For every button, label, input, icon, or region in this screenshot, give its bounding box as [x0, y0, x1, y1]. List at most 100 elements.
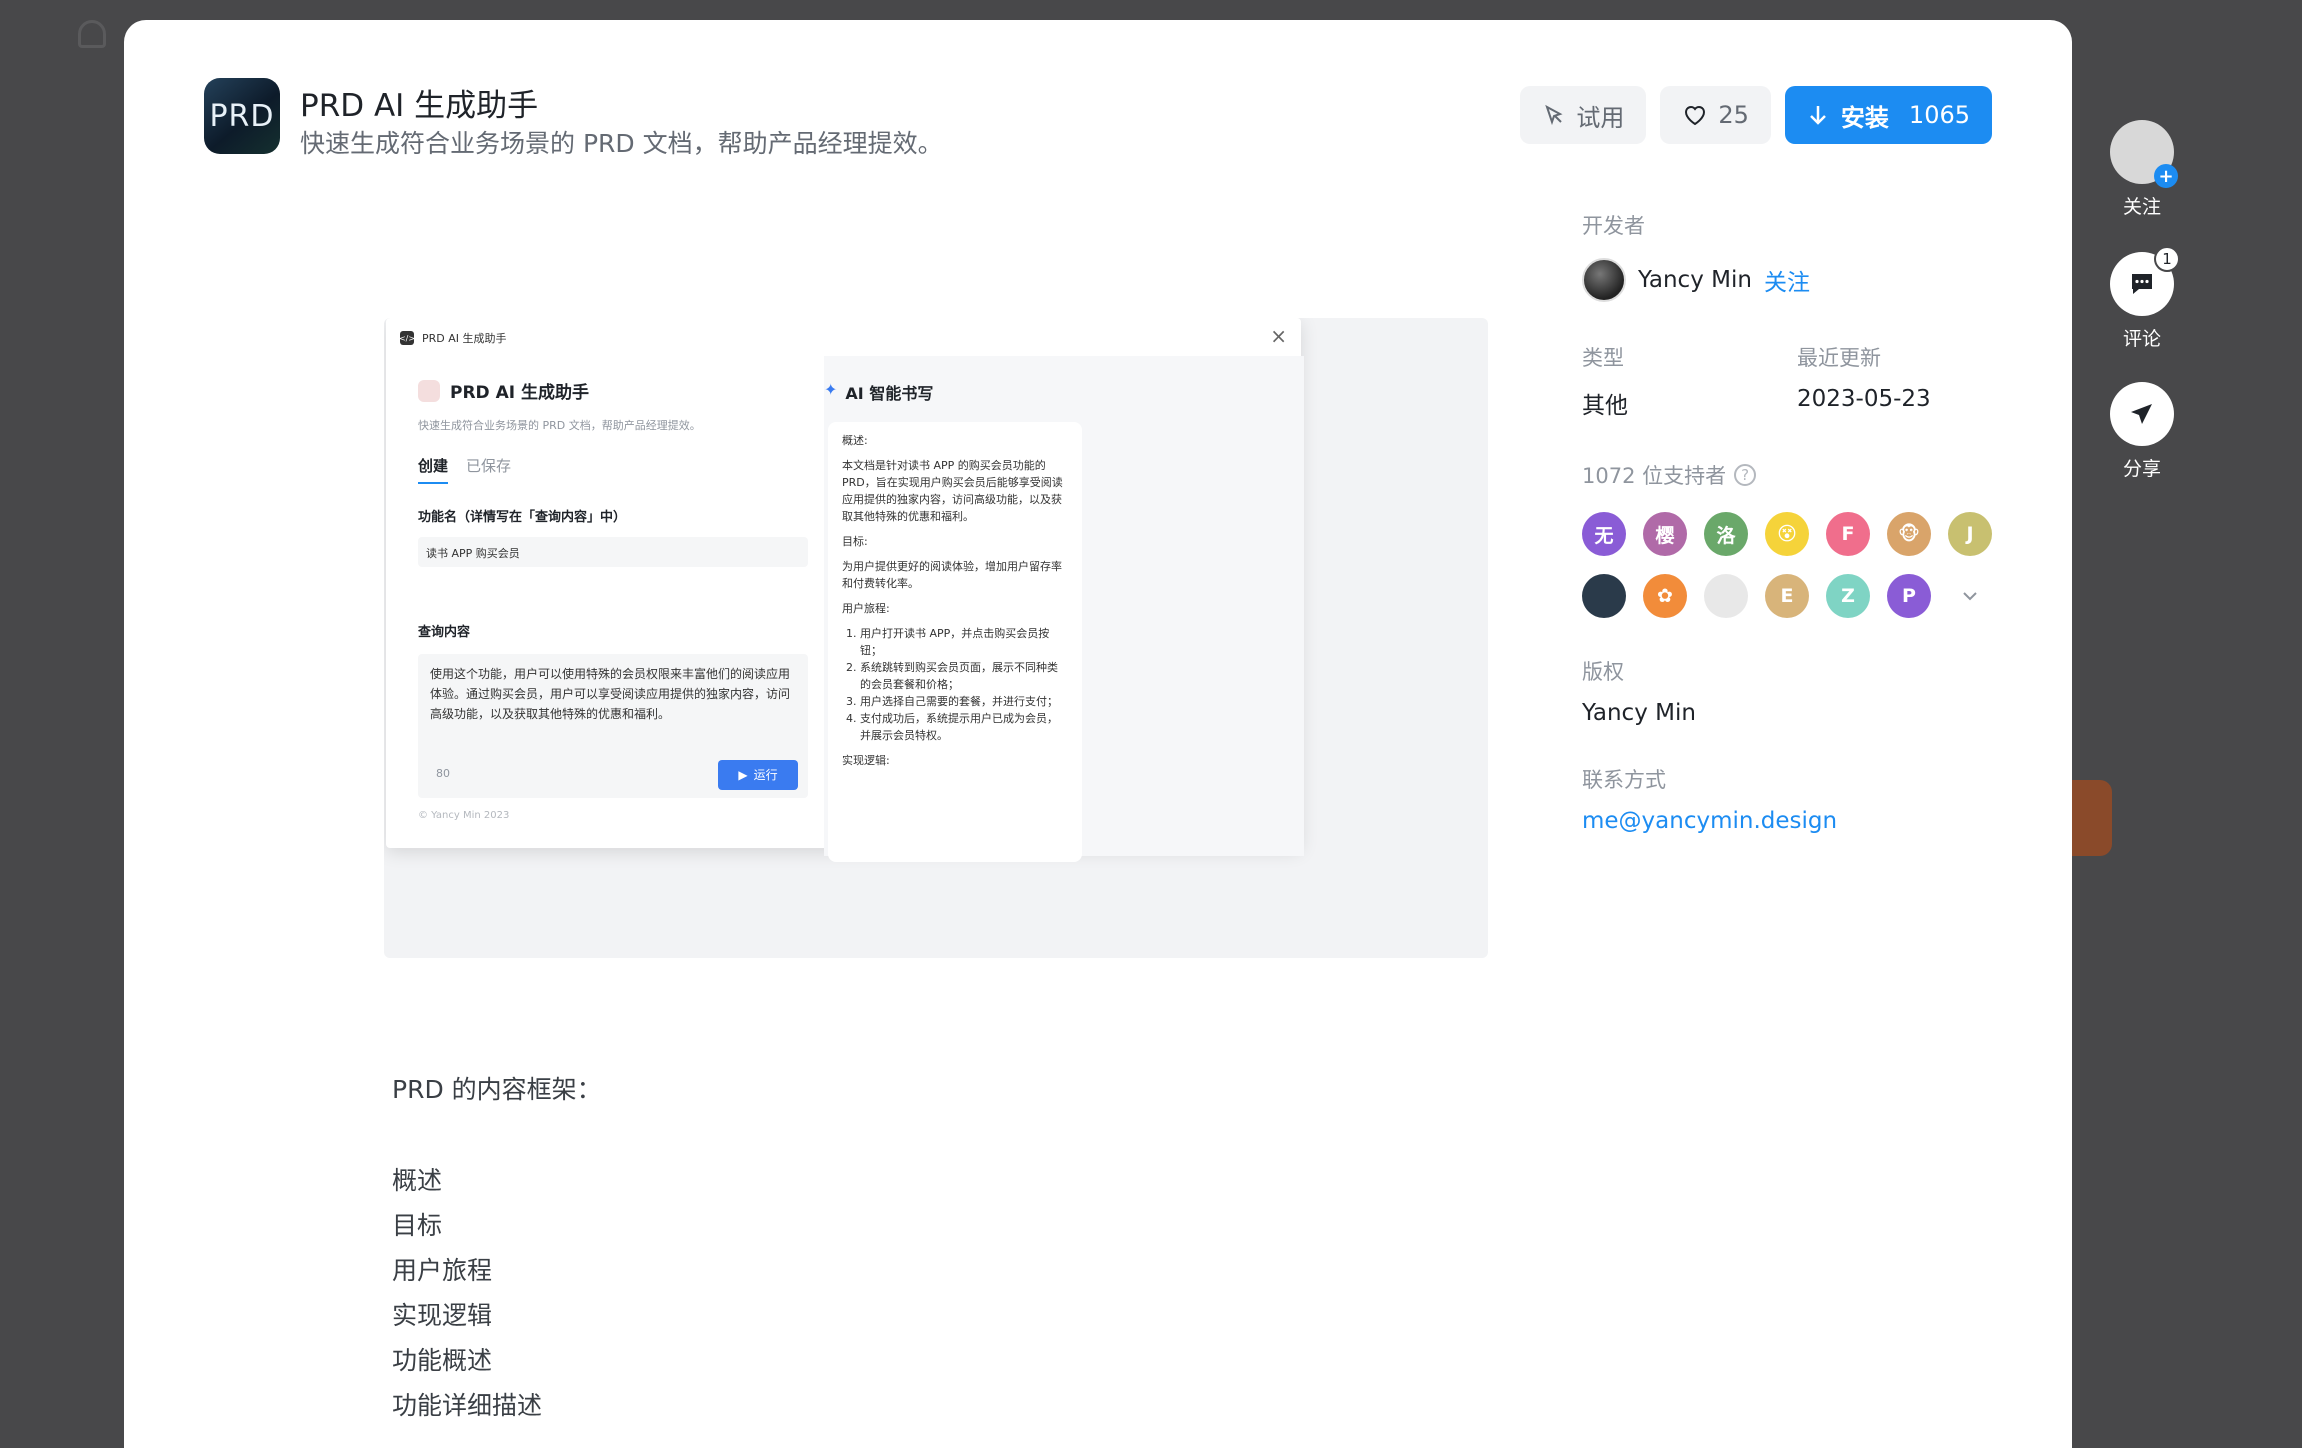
- supporter-avatar[interactable]: [1704, 574, 1748, 618]
- chevron-down-icon[interactable]: [1948, 574, 1992, 618]
- supporter-avatar[interactable]: [1582, 574, 1626, 618]
- developer-label: 开发者: [1582, 214, 1645, 238]
- app-title: PRD AI 生成助手: [300, 88, 539, 124]
- supporters-avatars: 无樱洛 😵 F 🐵 J ✿ E Z P: [1582, 512, 2012, 618]
- preview-left-panel: PRD AI 生成助手 快速生成符合业务场景的 PRD 文档，帮助产品经理提效。…: [418, 378, 808, 821]
- comment-count-badge: 1: [2154, 246, 2180, 272]
- cursor-click-icon: [1542, 103, 1566, 127]
- preview-footer: © Yancy Min 2023: [418, 810, 510, 821]
- preview-window: </> PRD AI 生成助手 × PRD AI 生成助手 快速生成符合业务场景…: [386, 318, 1304, 862]
- description: PRD 的内容框架： 概述 目标 用户旅程 实现逻辑 功能概述 功能详细描述: [392, 1070, 602, 1428]
- help-icon[interactable]: ?: [1734, 464, 1757, 486]
- type-block: 类型 其他: [1582, 342, 1797, 420]
- close-icon: ×: [1270, 324, 1287, 348]
- like-count: 25: [1718, 101, 1749, 129]
- supporter-avatar[interactable]: 樱: [1643, 512, 1687, 556]
- list-item: 功能详细描述: [392, 1391, 543, 1420]
- supporter-avatar[interactable]: ✿: [1643, 574, 1687, 618]
- list-item: 支付成功后，系统提示用户已成为会员，并展示会员特权。: [860, 710, 1068, 744]
- modal-header: PRD PRD AI 生成助手 快速生成符合业务场景的 PRD 文档，帮助产品经…: [204, 78, 1992, 158]
- send-icon: [2131, 404, 2152, 424]
- copyright-value: Yancy Min: [1582, 700, 1696, 726]
- comment-icon: [2132, 274, 2152, 294]
- list-item: 功能概述: [392, 1346, 493, 1375]
- preview-goal: 为用户提供更好的阅读体验，增加用户留存率和付费转化率。: [842, 560, 1062, 590]
- supporters-label: 1072 位支持者 ?: [1582, 460, 2012, 490]
- preview-ai-output: 概述: 本文档是针对读书 APP 的购买会员功能的PRD，旨在实现用户购买会员后…: [828, 422, 1082, 862]
- developer-name[interactable]: Yancy Min: [1638, 267, 1752, 293]
- install-button[interactable]: 安装 1065: [1784, 86, 1992, 144]
- plugin-detail-modal: PRD PRD AI 生成助手 快速生成符合业务场景的 PRD 文档，帮助产品经…: [124, 20, 2072, 1448]
- supporter-avatar[interactable]: 😵: [1765, 512, 1809, 556]
- preview-app-icon: [418, 379, 440, 402]
- updated-block: 最近更新 2023-05-23: [1797, 342, 2012, 420]
- supporter-avatar[interactable]: F: [1826, 512, 1870, 556]
- list-item: 用户打开读书 APP，并点击购买会员按钮；: [860, 625, 1068, 659]
- supporter-avatar[interactable]: 无: [1582, 512, 1626, 556]
- supporter-avatar[interactable]: E: [1765, 574, 1809, 618]
- preview-window-bar: </> PRD AI 生成助手: [399, 330, 507, 346]
- preview-ai-title: ✦ AI 智能书写: [824, 380, 933, 404]
- preview-overview: 本文档是针对读书 APP 的购买会员功能的PRD，旨在实现用户购买会员后能够享受…: [842, 459, 1063, 523]
- supporter-avatar[interactable]: 🐵: [1887, 512, 1931, 556]
- side-comment-label: 评论: [2122, 328, 2161, 350]
- code-icon: </>: [399, 331, 415, 345]
- description-intro: PRD 的内容框架：: [392, 1075, 602, 1104]
- list-item: 实现逻辑: [392, 1301, 493, 1330]
- side-comment[interactable]: 1 评论: [2104, 246, 2180, 351]
- list-item: 系统跳转到购买会员页面，展示不同种类的会员套餐和价格；: [860, 659, 1068, 693]
- preview-run-label: 运行: [753, 768, 778, 782]
- arrow-down-icon: [1807, 103, 1829, 127]
- side-share[interactable]: 分享: [2104, 382, 2180, 481]
- preview-run-button: ▶ 运行: [718, 760, 798, 790]
- preview-tab-create: 创建: [418, 455, 449, 484]
- list-item: 概述: [392, 1166, 443, 1195]
- contact-email-link[interactable]: me@yancymin.design: [1582, 808, 2012, 834]
- preview-screenshot: </> PRD AI 生成助手 × PRD AI 生成助手 快速生成符合业务场景…: [384, 318, 1488, 958]
- preview-logic-heading: 实现逻辑:: [842, 754, 890, 767]
- app-icon: PRD: [204, 78, 280, 154]
- plus-icon: +: [2154, 164, 2178, 188]
- preview-subtitle: 快速生成符合业务场景的 PRD 文档，帮助产品经理提效。: [418, 419, 701, 432]
- follow-link[interactable]: 关注: [1764, 263, 1810, 297]
- author-avatar[interactable]: +: [2110, 120, 2178, 188]
- supporter-avatar[interactable]: J: [1948, 512, 1992, 556]
- supporter-avatar[interactable]: 洛: [1704, 512, 1748, 556]
- try-button[interactable]: 试用: [1520, 86, 1647, 144]
- preview-journey-list: 用户打开读书 APP，并点击购买会员按钮； 系统跳转到购买会员页面，展示不同种类…: [842, 625, 1068, 744]
- side-share-label: 分享: [2122, 458, 2161, 480]
- type-label: 类型: [1582, 346, 1624, 370]
- heart-icon: [1682, 103, 1708, 127]
- preview-tabs: 创建 已保存: [418, 455, 808, 484]
- preview-tab-saved: 已保存: [466, 457, 512, 475]
- developer-row: Yancy Min 关注: [1582, 258, 2012, 302]
- preview-title: PRD AI 生成助手: [418, 378, 808, 403]
- comment-button[interactable]: 1: [2110, 246, 2180, 316]
- preview-goal-heading: 目标:: [842, 535, 868, 548]
- side-follow[interactable]: + 关注: [2104, 120, 2180, 219]
- preview-field1-label: 功能名（详情写在「查询内容」中）: [418, 510, 627, 525]
- app-icon-text: PRD: [209, 98, 275, 134]
- contact-block: 联系方式 me@yancymin.design: [1582, 764, 2012, 834]
- preview-overview-heading: 概述:: [842, 434, 868, 447]
- play-icon: ▶: [738, 768, 748, 782]
- type-value: 其他: [1582, 393, 1628, 419]
- updated-label: 最近更新: [1797, 346, 1881, 370]
- install-label: 安装: [1840, 103, 1889, 132]
- list-item: 目标: [392, 1211, 443, 1240]
- app-subtitle: 快速生成符合业务场景的 PRD 文档，帮助产品经理提效。: [300, 129, 943, 158]
- copyright-block: 版权 Yancy Min: [1582, 656, 2012, 726]
- contact-label: 联系方式: [1582, 768, 1666, 792]
- side-follow-label: 关注: [2122, 196, 2161, 218]
- preview-ai-title-text: AI 智能书写: [845, 384, 934, 403]
- supporter-avatar[interactable]: P: [1887, 574, 1931, 618]
- try-label: 试用: [1576, 103, 1625, 132]
- developer-avatar[interactable]: [1582, 258, 1626, 302]
- preview-journey-heading: 用户旅程:: [842, 602, 890, 615]
- updated-value: 2023-05-23: [1797, 386, 1931, 412]
- like-button[interactable]: 25: [1660, 86, 1771, 144]
- preview-right-panel: ✦ AI 智能书写 概述: 本文档是针对读书 APP 的购买会员功能的PRD，旨…: [824, 356, 1304, 862]
- share-button[interactable]: [2110, 382, 2174, 446]
- list-item: 用户旅程: [392, 1256, 493, 1285]
- supporter-avatar[interactable]: Z: [1826, 574, 1870, 618]
